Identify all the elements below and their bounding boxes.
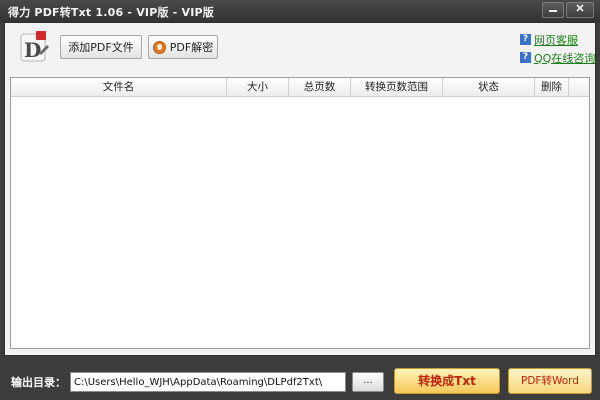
add-pdf-label: 添加PDF文件: [68, 41, 134, 54]
question-icon: ?: [520, 34, 531, 45]
window-title: 得力 PDF转Txt 1.06 - VIP版 - VIP版: [8, 6, 214, 19]
minimize-icon: [549, 10, 557, 12]
unlock-icon: [152, 40, 166, 54]
footer-bar: 输出目录： ... 转换成Txt PDF转Word: [0, 362, 600, 400]
convert-to-txt-button[interactable]: 转换成Txt: [394, 368, 500, 394]
output-dir-label: 输出目录：: [11, 376, 66, 389]
add-pdf-button[interactable]: 添加PDF文件: [60, 35, 142, 59]
online-service-link[interactable]: ? 网页客服: [520, 32, 578, 48]
column-header-total-pages[interactable]: 总页数: [289, 78, 351, 96]
column-header-size[interactable]: 大小: [227, 78, 289, 96]
column-header-delete[interactable]: 删除: [535, 78, 569, 96]
qq-consult-text[interactable]: QQ在线咨询: [534, 50, 595, 66]
pdf-decrypt-label: PDF解密: [169, 41, 214, 54]
title-bar[interactable]: 得力 PDF转Txt 1.06 - VIP版 - VIP版: [0, 0, 600, 22]
close-button[interactable]: [566, 2, 594, 18]
pdf-decrypt-button[interactable]: PDF解密: [148, 35, 218, 59]
table-header: 文件名 大小 总页数 转换页数范围 状态 删除: [11, 78, 589, 97]
question-icon: ?: [520, 52, 531, 63]
close-icon: [576, 4, 584, 12]
column-header-page-range[interactable]: 转换页数范围: [351, 78, 443, 96]
online-service-text[interactable]: 网页客服: [534, 32, 578, 48]
app-window: 得力 PDF转Txt 1.06 - VIP版 - VIP版 D 添加PDF文件 …: [0, 0, 600, 400]
browse-button[interactable]: ...: [352, 372, 384, 392]
app-logo-icon: D: [20, 31, 49, 62]
column-header-status[interactable]: 状态: [443, 78, 535, 96]
pdf-to-word-button[interactable]: PDF转Word: [508, 368, 592, 394]
output-path-input[interactable]: [70, 372, 346, 392]
qq-consult-link[interactable]: ? QQ在线咨询: [520, 50, 595, 66]
file-list-table[interactable]: 文件名 大小 总页数 转换页数范围 状态 删除: [10, 77, 590, 349]
svg-text:D: D: [24, 38, 41, 62]
column-header-filename[interactable]: 文件名: [11, 78, 227, 96]
minimize-button[interactable]: [542, 2, 564, 18]
main-panel: D 添加PDF文件 PDF解密 ? 网页客服 ? QQ在线咨询 文件名 大小 总…: [4, 22, 596, 356]
window-controls: [540, 2, 594, 18]
column-header-filler: [569, 78, 589, 96]
